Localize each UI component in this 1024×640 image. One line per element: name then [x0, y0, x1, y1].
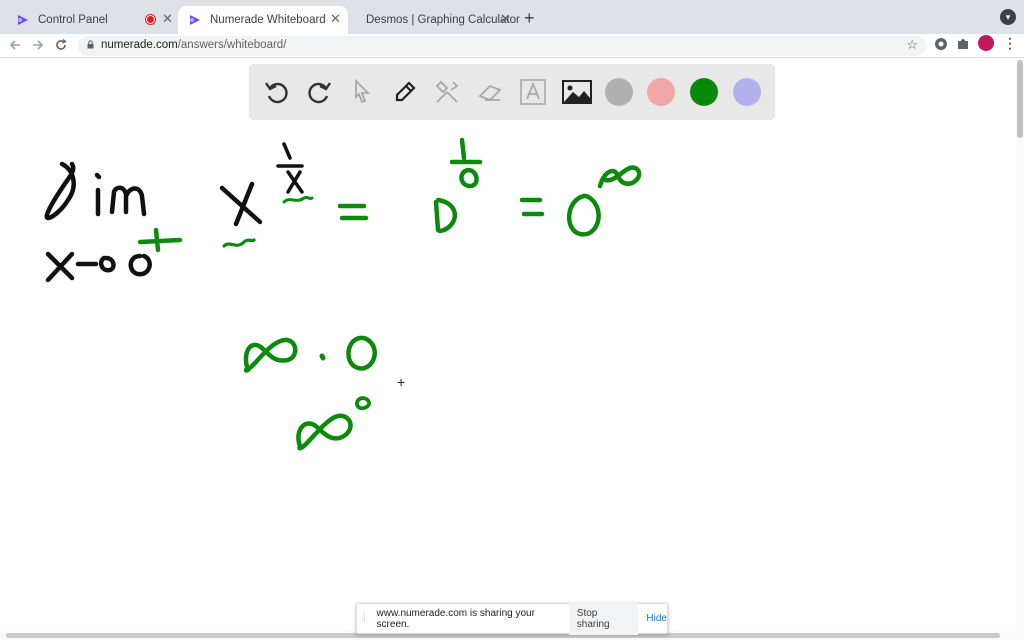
stroke-infinity-1: [243, 337, 298, 373]
hide-button[interactable]: Hide: [646, 613, 667, 624]
close-tab-icon[interactable]: ✕: [330, 11, 341, 27]
new-tab-button[interactable]: +: [524, 8, 535, 29]
stroke-plus: [137, 227, 183, 253]
stroke-m: [109, 185, 147, 217]
lock-icon: [87, 40, 94, 49]
close-tab-icon[interactable]: ✕: [162, 11, 173, 27]
url-text: numerade.com/answers/whiteboard/: [101, 39, 286, 51]
stroke-O: [566, 193, 601, 237]
tab-desmos[interactable]: Desmos | Graphing Calculator ✕: [348, 6, 520, 34]
stroke-exp-one: [282, 142, 292, 160]
stroke-exp-zero: [355, 396, 371, 411]
back-arrow-icon[interactable]: [8, 38, 22, 52]
stroke-zero: [128, 253, 152, 277]
address-bar[interactable]: numerade.com/answers/whiteboard/ ☆: [78, 36, 926, 56]
green-ink-strokes: [137, 137, 642, 451]
stroke-x-sub: [45, 251, 75, 283]
tab-strip: Control Panel ✕ Numerade Whiteboard ✕ De…: [0, 0, 1024, 34]
stroke-equals-1: [337, 203, 369, 221]
tab-search-button[interactable]: ▾: [1000, 9, 1016, 25]
close-tab-icon[interactable]: ✕: [500, 11, 511, 27]
handwriting-layer: [44, 137, 642, 451]
bookmark-star-icon[interactable]: ☆: [906, 37, 918, 53]
tab-numerade-whiteboard[interactable]: Numerade Whiteboard ✕: [178, 6, 348, 34]
stroke-exp-infinity: [597, 165, 642, 189]
stroke-zero-right: [346, 335, 377, 371]
stop-sharing-button[interactable]: Stop sharing: [568, 602, 639, 635]
numerade-icon: [18, 15, 28, 25]
url-path: /answers/whiteboard/: [177, 39, 287, 51]
numerade-icon: [190, 15, 200, 25]
url-domain: numerade.com: [101, 39, 178, 51]
stroke-zero-small: [98, 255, 116, 273]
vertical-scroll-thumb[interactable]: [1017, 60, 1023, 138]
stroke-equals-2: [519, 197, 545, 217]
stroke-l: [44, 161, 76, 221]
stroke-i-dot: [94, 172, 102, 180]
tab-title: Desmos | Graphing Calculator: [366, 14, 520, 26]
menu-icon[interactable]: ⋮: [1003, 35, 1017, 52]
stroke-exp-x: [286, 170, 304, 194]
puzzle-icon[interactable]: [956, 37, 970, 51]
tab-control-panel[interactable]: Control Panel ✕: [6, 6, 178, 34]
stroke-frac-zero: [459, 167, 479, 189]
crosshair-cursor-icon: +: [397, 374, 406, 390]
sharing-message: www.numerade.com is sharing your screen.: [376, 607, 535, 630]
tab-title: Numerade Whiteboard: [210, 14, 326, 26]
browser-toolbar: numerade.com/answers/whiteboard/ ☆ ⋮: [0, 34, 1024, 58]
vertical-scrollbar[interactable]: [1016, 58, 1024, 640]
stroke-dot: [319, 353, 326, 361]
recording-indicator-icon: [146, 15, 155, 24]
extension-icon[interactable]: [934, 37, 948, 51]
tab-title: Control Panel: [38, 14, 108, 26]
reload-icon[interactable]: [54, 38, 68, 52]
stroke-frac-one: [459, 137, 467, 161]
stroke-infinity-2: [296, 413, 353, 451]
stroke-squiggle-1: [222, 238, 256, 248]
stroke-squiggle-2: [282, 195, 314, 204]
screen-sharing-banner: ⁞ www.numerade.com is sharing your scree…: [356, 602, 668, 635]
stroke-base-zero: [433, 197, 458, 234]
stroke-X: [219, 181, 263, 227]
drag-handle-icon[interactable]: ⁞: [363, 613, 373, 624]
profile-icon[interactable]: [978, 35, 994, 51]
forward-arrow-icon[interactable]: [31, 38, 45, 52]
black-ink-strokes: [44, 142, 304, 283]
whiteboard-canvas[interactable]: +: [0, 58, 1024, 640]
